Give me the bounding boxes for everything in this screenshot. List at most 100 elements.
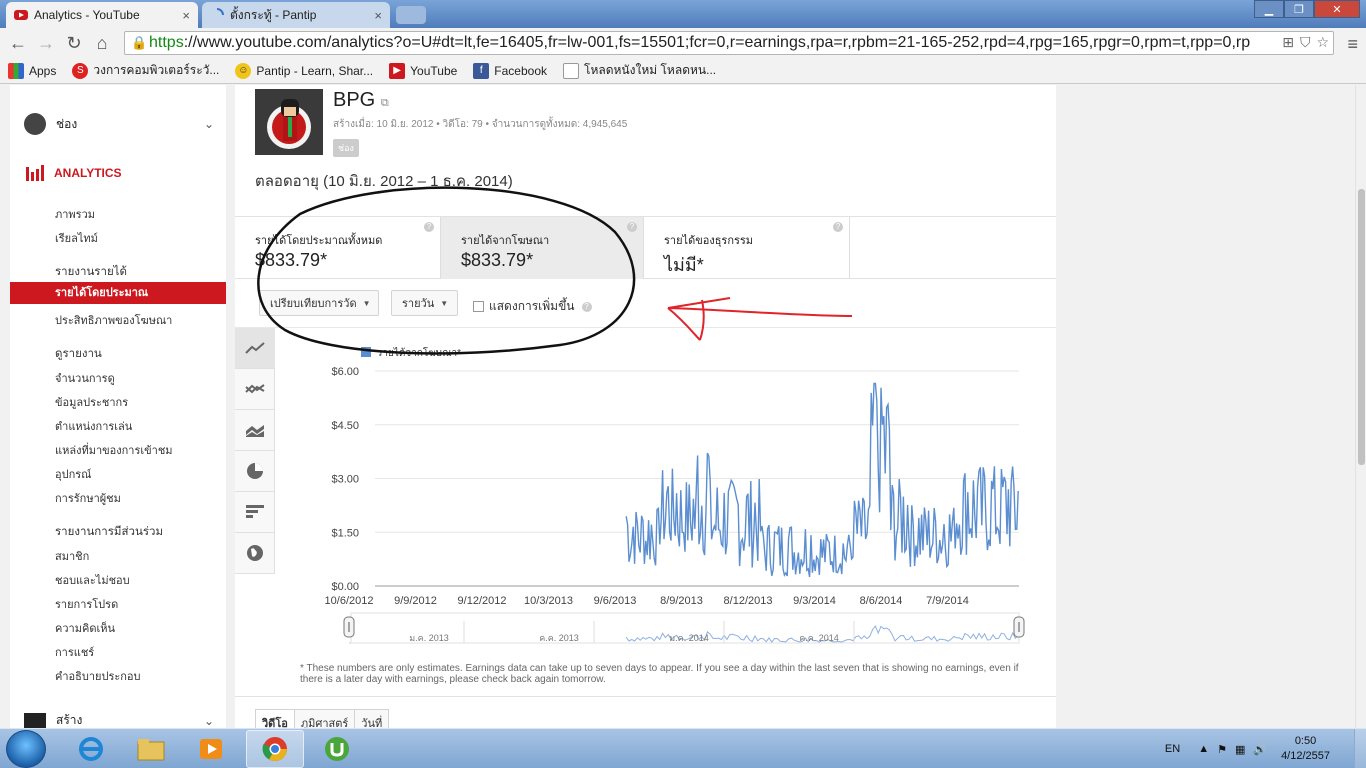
help-icon[interactable]: ? bbox=[627, 222, 637, 232]
sidebar-create[interactable]: สร้าง ⌄ bbox=[24, 711, 214, 728]
stacked-area-chart-type-button[interactable] bbox=[235, 410, 275, 451]
multi-line-chart-icon bbox=[245, 384, 265, 394]
taskbar-utorrent-icon[interactable] bbox=[308, 730, 366, 768]
sidebar-item-comments[interactable]: ความคิดเห็น bbox=[55, 619, 115, 637]
bookmark-pantip[interactable]: ☺ Pantip - Learn, Shar... bbox=[235, 62, 373, 79]
sidebar-item-views[interactable]: จำนวนการดู bbox=[55, 369, 115, 387]
bar-chart-type-button[interactable] bbox=[235, 492, 275, 533]
tab-geography[interactable]: ภูมิศาสตร์ bbox=[293, 709, 356, 728]
forward-icon[interactable]: → bbox=[32, 29, 60, 57]
language-indicator[interactable]: EN bbox=[1165, 743, 1180, 755]
tab-close-icon[interactable]: × bbox=[182, 8, 190, 23]
close-window-button[interactable]: ✕ bbox=[1314, 0, 1360, 18]
network-icon[interactable]: ▦ bbox=[1235, 743, 1245, 756]
checkbox-box[interactable] bbox=[473, 301, 484, 312]
granularity-dropdown[interactable]: รายวัน ▼ bbox=[391, 290, 458, 316]
back-icon[interactable]: ← bbox=[4, 29, 32, 57]
shield-icon[interactable]: ⛉ bbox=[1300, 34, 1311, 51]
timeline-label: ค.ค. 2014 bbox=[799, 633, 839, 643]
maximize-button[interactable]: ❐ bbox=[1284, 0, 1314, 18]
taskbar-media-player-icon[interactable] bbox=[182, 730, 240, 768]
start-button[interactable] bbox=[6, 730, 46, 768]
sidebar-item-subscribers[interactable]: สมาชิก bbox=[55, 547, 89, 565]
stacked-area-icon bbox=[246, 425, 264, 437]
sidebar-item-playback-locations[interactable]: ตำแหน่งการเล่น bbox=[55, 417, 132, 435]
metrics-row: รายได้โดยประมาณทั้งหมด $833.79* ? รายได้… bbox=[235, 216, 1056, 279]
metric-ad-earnings[interactable]: รายได้จากโฆษณา $833.79* ? bbox=[440, 217, 644, 279]
translate-icon[interactable]: ⊞ bbox=[1282, 34, 1294, 51]
multi-line-chart-type-button[interactable] bbox=[235, 369, 275, 410]
loading-spinner-icon bbox=[216, 8, 224, 16]
bookmark-facebook[interactable]: f Facebook bbox=[473, 62, 547, 79]
x-tick-label: 8/6/2014 bbox=[860, 595, 903, 607]
earnings-line-chart[interactable]: รายได้จากโฆษณา* $6.00 $4.50 $3.00 $1.50 $0.00… bbox=[279, 333, 1039, 663]
metric-transaction-earnings[interactable]: รายได้ของธุรกรรม ไม่มี* ? bbox=[644, 217, 850, 279]
bookmark-star-icon[interactable]: ☆ bbox=[1316, 34, 1329, 51]
taskbar-explorer-icon[interactable] bbox=[122, 730, 180, 768]
channel-name[interactable]: BPG ⧉ bbox=[333, 89, 389, 112]
help-icon[interactable]: ? bbox=[424, 222, 434, 232]
sidebar-item-realtime[interactable]: เรียลไทม์ bbox=[55, 229, 98, 247]
sidebar-header-earnings[interactable]: รายงานรายได้ bbox=[55, 263, 127, 281]
sidebar-item-ad-performance[interactable]: ประสิทธิภาพของโฆษณา bbox=[55, 311, 172, 329]
help-icon[interactable]: ? bbox=[833, 222, 843, 232]
page-scrollbar[interactable] bbox=[1355, 85, 1366, 728]
sidebar-item-likes[interactable]: ชอบและไม่ชอบ bbox=[55, 571, 130, 589]
bookmark-movies[interactable]: โหลดหนังใหม่ โหลดหน... bbox=[563, 61, 716, 80]
legend-label: รายได้จากโฆษณา* bbox=[377, 346, 461, 359]
taskbar-ie-icon[interactable] bbox=[62, 730, 120, 768]
pie-chart-type-button[interactable] bbox=[235, 451, 275, 492]
sidebar-item-estimated-earnings[interactable]: รายได้โดยประมาณ bbox=[10, 282, 226, 304]
map-chart-type-button[interactable] bbox=[235, 533, 275, 574]
bookmark-apps[interactable]: Apps bbox=[8, 62, 56, 79]
sidebar-header-watch[interactable]: ดูรายงาน bbox=[55, 345, 102, 363]
taskbar-chrome-icon[interactable] bbox=[246, 730, 304, 768]
show-desktop-button[interactable] bbox=[1354, 729, 1366, 768]
sidebar-item-favorites[interactable]: รายการโปรด bbox=[55, 595, 118, 613]
sidebar-item-devices[interactable]: อุปกรณ์ bbox=[55, 465, 91, 483]
show-growth-checkbox[interactable]: แสดงการเพิ่มขึ้น? bbox=[473, 297, 592, 316]
sidebar-channel[interactable]: ช่อง ⌄ bbox=[24, 113, 214, 135]
bookmark-youtube[interactable]: ▶ YouTube bbox=[389, 62, 457, 79]
tray-expand-icon[interactable]: ▲ bbox=[1198, 743, 1209, 755]
line-chart-type-button[interactable] bbox=[235, 328, 275, 369]
caret-down-icon: ▼ bbox=[362, 298, 371, 308]
tab-video[interactable]: วิดีโอ bbox=[255, 709, 295, 728]
channel-avatar[interactable] bbox=[255, 89, 323, 155]
address-bar[interactable]: 🔒 https://www.youtube.com/analytics?o=U#… bbox=[124, 31, 1334, 55]
chevron-down-icon[interactable]: ⌄ bbox=[204, 117, 214, 131]
tab-date[interactable]: วันที่ bbox=[354, 709, 390, 728]
taskbar-clock[interactable]: 0:50 4/12/2557 bbox=[1281, 734, 1330, 764]
volume-icon[interactable]: 🔊 bbox=[1253, 743, 1267, 756]
date-range[interactable]: ตลอดอายุ (10 มิ.ย. 2012 – 1 ธ.ค. 2014) bbox=[255, 169, 513, 193]
chart-type-selector bbox=[235, 328, 275, 574]
bookmark-sanook[interactable]: S วงการคอมพิวเตอร์ระวั... bbox=[72, 61, 219, 80]
compare-metric-dropdown[interactable]: เปรียบเทียบการวัด ▼ bbox=[259, 290, 379, 316]
help-icon[interactable]: ? bbox=[581, 301, 592, 312]
sidebar-item-audience-retention[interactable]: การรักษาผู้ชม bbox=[55, 489, 121, 507]
action-center-flag-icon[interactable]: ⚑ bbox=[1217, 743, 1227, 756]
page-content: ช่อง ⌄ ANALYTICS ภาพรวม เรียลไทม์ รายงาน… bbox=[0, 85, 1366, 728]
tab-pantip[interactable]: ตั้งกระทู้ - Pantip × bbox=[202, 2, 390, 28]
metric-total-earnings[interactable]: รายได้โดยประมาณทั้งหมด $833.79* ? bbox=[235, 217, 440, 279]
scrollbar-thumb[interactable] bbox=[1358, 189, 1365, 465]
tab-analytics[interactable]: Analytics - YouTube × bbox=[6, 2, 198, 28]
external-link-icon[interactable]: ⧉ bbox=[381, 97, 389, 109]
reload-icon[interactable]: ↻ bbox=[60, 29, 88, 57]
sidebar-item-annotations[interactable]: คำอธิบายประกอบ bbox=[55, 667, 141, 685]
tab-close-icon[interactable]: × bbox=[374, 8, 382, 23]
new-tab-button[interactable] bbox=[396, 6, 426, 24]
sidebar-item-demographics[interactable]: ข้อมูลประชากร bbox=[55, 393, 128, 411]
chevron-down-icon[interactable]: ⌄ bbox=[204, 714, 214, 728]
home-icon[interactable]: ⌂ bbox=[88, 29, 116, 57]
sidebar-item-overview[interactable]: ภาพรวม bbox=[55, 205, 95, 223]
sidebar-header-engagement[interactable]: รายงานการมีส่วนร่วม bbox=[55, 523, 163, 541]
chrome-menu-icon[interactable]: ≡ bbox=[1347, 34, 1358, 55]
sidebar-item-sharing[interactable]: การแชร์ bbox=[55, 643, 94, 661]
system-tray: EN ▲ ⚑ ▦ 🔊 0:50 4/12/2557 bbox=[1165, 729, 1366, 768]
x-tick-label: 9/6/2013 bbox=[594, 595, 637, 607]
sidebar-analytics[interactable]: ANALYTICS bbox=[26, 165, 122, 181]
minimize-button[interactable]: ▁ bbox=[1254, 0, 1284, 18]
earnings-chart[interactable]: รายได้จากโฆษณา* $6.00 $4.50 $3.00 $1.50 $0.00… bbox=[279, 333, 1039, 663]
sidebar-item-traffic-sources[interactable]: แหล่งที่มาของการเข้าชม bbox=[55, 441, 173, 459]
